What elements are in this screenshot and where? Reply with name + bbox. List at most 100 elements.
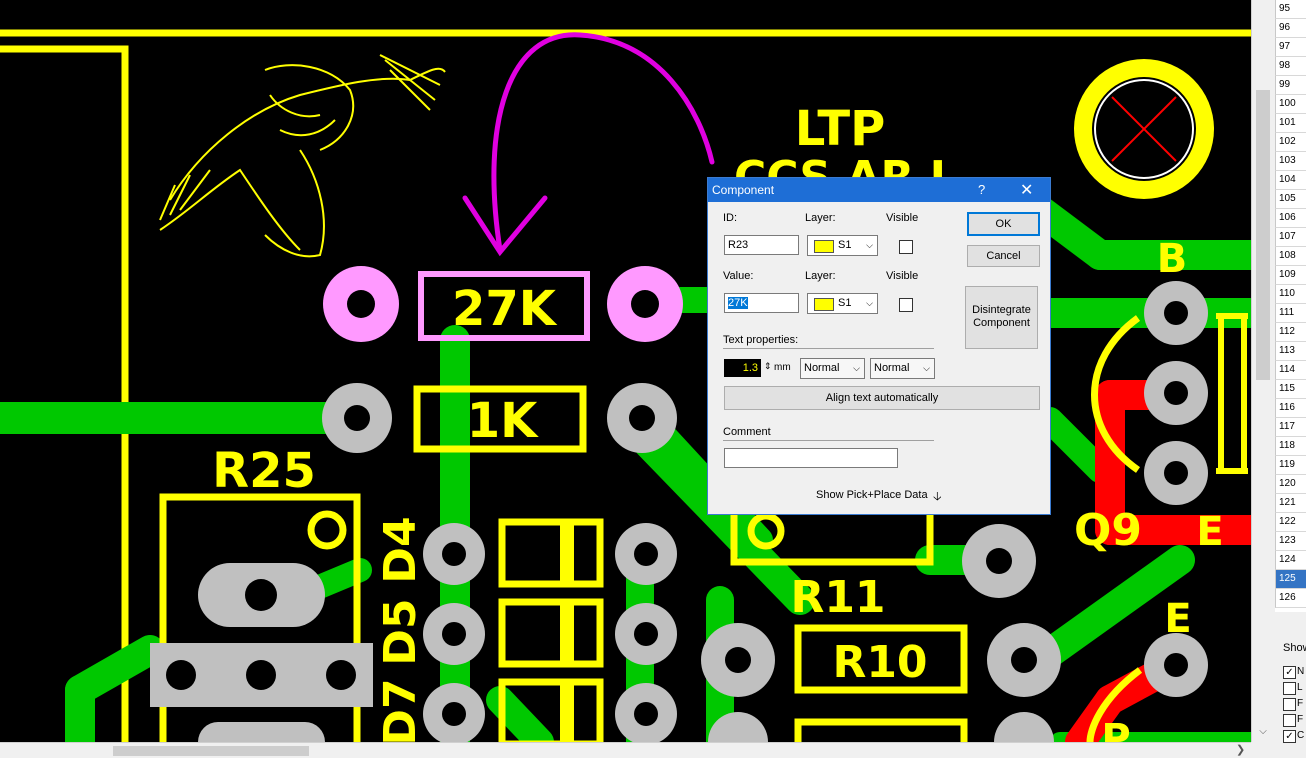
font-weight-value: Normal xyxy=(874,362,910,374)
spin-icon[interactable]: ⇕ xyxy=(764,361,772,372)
row-item[interactable]: 107 xyxy=(1275,228,1306,247)
chevron-down-icon: ⌵ xyxy=(866,240,873,250)
q9-pads xyxy=(1144,281,1208,505)
show-option-checkbox[interactable] xyxy=(1283,714,1296,727)
annotation-arrow xyxy=(462,32,715,257)
ok-button[interactable]: OK xyxy=(967,212,1040,236)
separator xyxy=(723,440,934,441)
label-q9: Q9 xyxy=(1074,505,1142,556)
help-icon[interactable]: ? xyxy=(978,182,985,197)
row-item[interactable]: 115 xyxy=(1275,380,1306,399)
label-r11: R11 xyxy=(790,572,885,623)
value-layer-select[interactable]: S1 ⌵ xyxy=(807,293,878,314)
layer-color-swatch xyxy=(814,240,834,253)
cancel-button[interactable]: Cancel xyxy=(967,245,1040,267)
value-input[interactable]: 27K xyxy=(724,293,799,313)
label-27k: 27K xyxy=(452,281,558,337)
mascot-sketch xyxy=(159,54,446,258)
show-option-checkbox[interactable] xyxy=(1283,682,1296,695)
value-label: Value: xyxy=(723,270,754,282)
row-item[interactable]: 109 xyxy=(1275,266,1306,285)
row-item[interactable]: 95 xyxy=(1275,0,1306,19)
pcb-drawing[interactable]: 27K 1K R25 D4 D5 D7 R11 R10 LTP B Q9 E E… xyxy=(0,0,1251,742)
horizontal-scrollbar[interactable]: ❯ xyxy=(0,742,1251,758)
show-option-checkbox[interactable]: ✓ xyxy=(1283,730,1296,743)
row-item[interactable]: 124 xyxy=(1275,551,1306,570)
row-item[interactable]: 96 xyxy=(1275,19,1306,38)
comment-input[interactable] xyxy=(724,448,898,468)
row-item[interactable]: 111 xyxy=(1275,304,1306,323)
value-visible-checkbox[interactable] xyxy=(899,298,913,312)
row-item[interactable]: 116 xyxy=(1275,399,1306,418)
show-label: Show xyxy=(1283,642,1306,654)
row-item[interactable]: 108 xyxy=(1275,247,1306,266)
id-layer-value: S1 xyxy=(838,239,852,251)
row-item[interactable]: 123 xyxy=(1275,532,1306,551)
label-1k: 1K xyxy=(467,393,539,449)
row-item[interactable]: 125 xyxy=(1275,570,1306,589)
close-icon[interactable]: ✕ xyxy=(1020,180,1033,200)
disintegrate-button[interactable]: Disintegrate Component xyxy=(965,286,1038,349)
text-size-input[interactable]: 1.3 xyxy=(724,359,761,377)
row-item[interactable]: 102 xyxy=(1275,133,1306,152)
label-e1: E xyxy=(1196,509,1223,555)
show-options-panel: Show ✓NLFF✓C xyxy=(1275,612,1306,758)
row-item[interactable]: 100 xyxy=(1275,95,1306,114)
id-input[interactable]: R23 xyxy=(724,235,799,255)
chevron-down-icon: ⌵ xyxy=(866,298,873,308)
show-option-label: N xyxy=(1297,666,1305,677)
show-option-checkbox[interactable] xyxy=(1283,698,1296,711)
font-weight-select[interactable]: Normal ⌵ xyxy=(870,358,935,379)
comment-label: Comment xyxy=(723,426,771,438)
label-d5: D5 xyxy=(375,598,426,665)
font-style-value: Normal xyxy=(804,362,840,374)
row-item[interactable]: 98 xyxy=(1275,57,1306,76)
row-item[interactable]: 110 xyxy=(1275,285,1306,304)
row-item[interactable]: 105 xyxy=(1275,190,1306,209)
chevron-down-icon: ⌵ xyxy=(923,363,930,373)
font-style-select[interactable]: Normal ⌵ xyxy=(800,358,865,379)
arrow-down-icon[interactable]: 🡣 xyxy=(933,487,942,508)
show-pick-place-link[interactable]: Show Pick+Place Data xyxy=(816,489,928,501)
id-layer-label: Layer: xyxy=(805,212,836,224)
row-item[interactable]: 114 xyxy=(1275,361,1306,380)
row-item[interactable]: 117 xyxy=(1275,418,1306,437)
row-item[interactable]: 122 xyxy=(1275,513,1306,532)
horizontal-scroll-thumb[interactable] xyxy=(113,746,309,756)
row-item[interactable]: 99 xyxy=(1275,76,1306,95)
value-visible-label: Visible xyxy=(886,270,919,282)
dialog-titlebar[interactable]: Component ? ✕ xyxy=(708,178,1050,202)
row-item[interactable]: 106 xyxy=(1275,209,1306,228)
value-layer-value: S1 xyxy=(838,297,852,309)
label-r25: R25 xyxy=(212,443,316,499)
row-item[interactable]: 113 xyxy=(1275,342,1306,361)
scroll-right-icon[interactable]: ❯ xyxy=(1236,743,1245,756)
right-panel: ⌵ 95 96 97 98 99 100 101 102 103 104 105 106 107 108 1… xyxy=(1251,0,1306,758)
row-item[interactable]: 103 xyxy=(1275,152,1306,171)
row-item[interactable]: 120 xyxy=(1275,475,1306,494)
pcb-canvas[interactable]: 27K 1K R25 D4 D5 D7 R11 R10 LTP B Q9 E E… xyxy=(0,0,1251,742)
row-item[interactable]: 104 xyxy=(1275,171,1306,190)
text-properties-label: Text properties: xyxy=(723,334,799,346)
chevron-down-icon: ⌵ xyxy=(853,363,860,373)
vertical-scrollbar[interactable]: ⌵ xyxy=(1251,0,1275,742)
unit-label: mm xyxy=(774,362,791,373)
layer-color-swatch xyxy=(814,298,834,311)
scroll-down-icon[interactable]: ⌵ xyxy=(1257,726,1269,737)
disintegrate-label-line2: Component xyxy=(973,317,1030,329)
id-visible-label: Visible xyxy=(886,212,919,224)
label-d7: D7 xyxy=(375,678,426,742)
row-item[interactable]: 112 xyxy=(1275,323,1306,342)
show-option-checkbox[interactable]: ✓ xyxy=(1283,666,1296,679)
row-item[interactable]: 121 xyxy=(1275,494,1306,513)
id-visible-checkbox[interactable] xyxy=(899,240,913,254)
row-item[interactable]: 97 xyxy=(1275,38,1306,57)
id-layer-select[interactable]: S1 ⌵ xyxy=(807,235,878,256)
show-option-label: F xyxy=(1297,714,1304,725)
row-item[interactable]: 118 xyxy=(1275,437,1306,456)
row-item[interactable]: 119 xyxy=(1275,456,1306,475)
row-item[interactable]: 126 xyxy=(1275,589,1306,608)
row-item[interactable]: 101 xyxy=(1275,114,1306,133)
vertical-scroll-thumb[interactable] xyxy=(1256,90,1270,380)
align-text-button[interactable]: Align text automatically xyxy=(724,386,1040,410)
